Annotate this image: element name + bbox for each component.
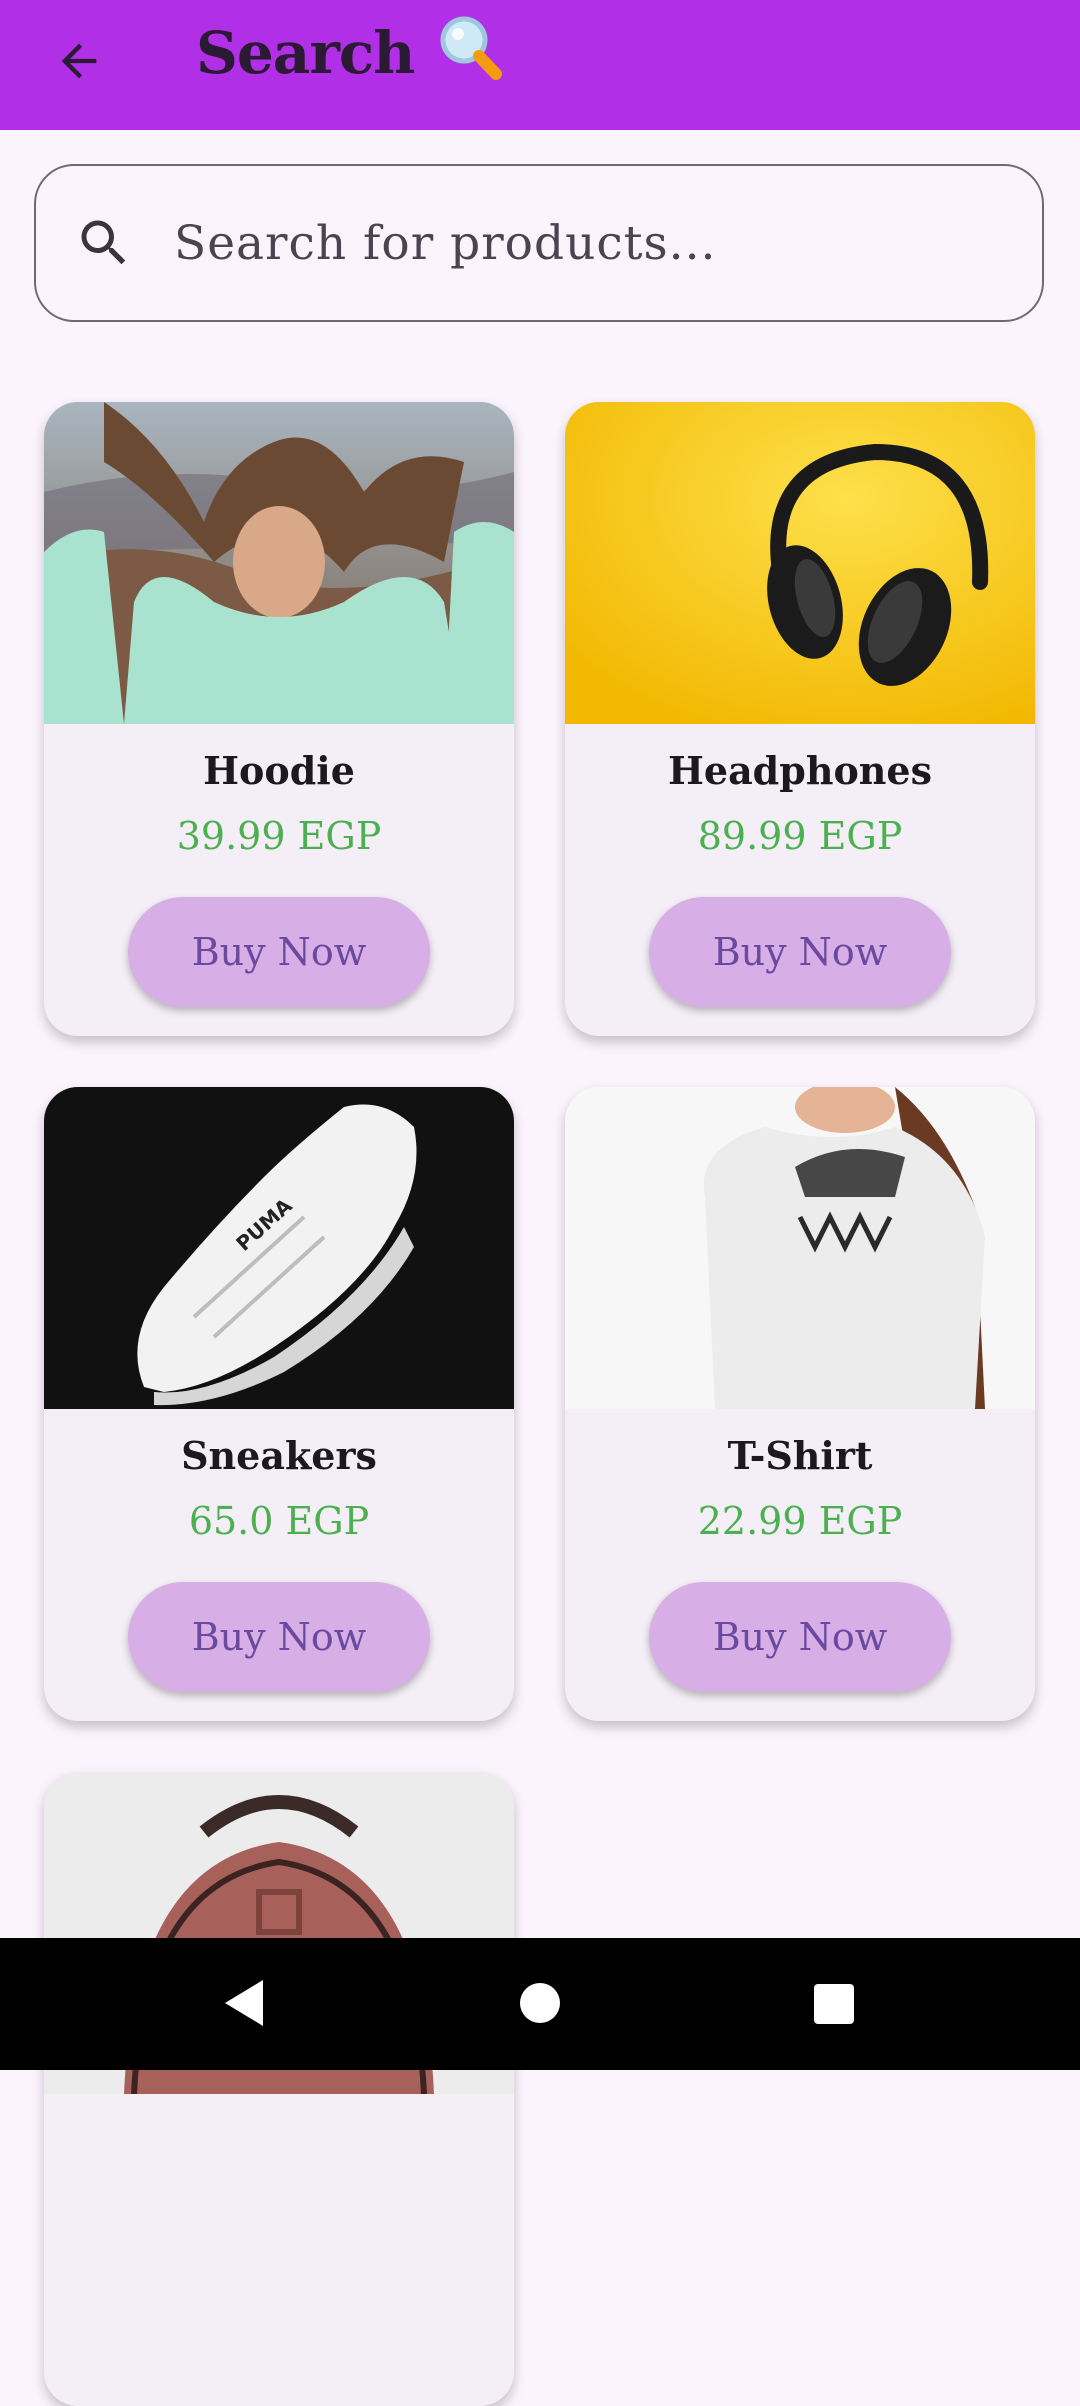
product-name: T-Shirt [727, 1433, 873, 1478]
product-name: Sneakers [181, 1433, 377, 1478]
product-card-headphones[interactable]: Headphones 89.99 EGP Buy Now [565, 402, 1035, 1036]
product-name: Headphones [667, 748, 932, 793]
search-field[interactable] [34, 164, 1044, 322]
product-price: 89.99 EGP [697, 814, 903, 858]
buy-now-button[interactable]: Buy Now [128, 1582, 430, 1692]
product-price: 22.99 EGP [697, 1499, 903, 1543]
product-card-tshirt[interactable]: T-Shirt 22.99 EGP Buy Now [565, 1087, 1035, 1721]
search-icon [81, 220, 126, 265]
product-name: Hoodie [203, 748, 355, 793]
page-title-text: Search [196, 19, 415, 87]
circle-home-icon[interactable] [519, 1982, 561, 2024]
search-input[interactable] [172, 214, 996, 272]
buy-now-button[interactable]: Buy Now [649, 897, 951, 1007]
page-title: Search [196, 8, 504, 98]
product-price: 65.0 EGP [188, 1499, 370, 1543]
system-navigation-bar [0, 1938, 1080, 2070]
product-card-sneakers[interactable]: PUMA Sneakers 65.0 EGP Buy Now [44, 1087, 514, 1721]
product-image-tshirt [565, 1087, 1035, 1409]
product-card-partial[interactable] [44, 1772, 514, 2406]
product-image-hoodie [44, 402, 514, 724]
magnifier-emoji-icon [434, 10, 504, 96]
square-recents-icon[interactable] [814, 1984, 854, 2024]
buy-now-button[interactable]: Buy Now [128, 897, 430, 1007]
arrow-left-icon [61, 43, 97, 79]
back-button[interactable] [44, 26, 114, 96]
product-card-hoodie[interactable]: Hoodie 39.99 EGP Buy Now [44, 402, 514, 1036]
buy-now-button[interactable]: Buy Now [649, 1582, 951, 1692]
product-price: 39.99 EGP [176, 814, 382, 858]
app-bar: Search [0, 0, 1080, 130]
product-image-headphones [565, 402, 1035, 724]
triangle-back-icon[interactable] [221, 1978, 267, 2028]
product-image-sneakers: PUMA [44, 1087, 514, 1409]
